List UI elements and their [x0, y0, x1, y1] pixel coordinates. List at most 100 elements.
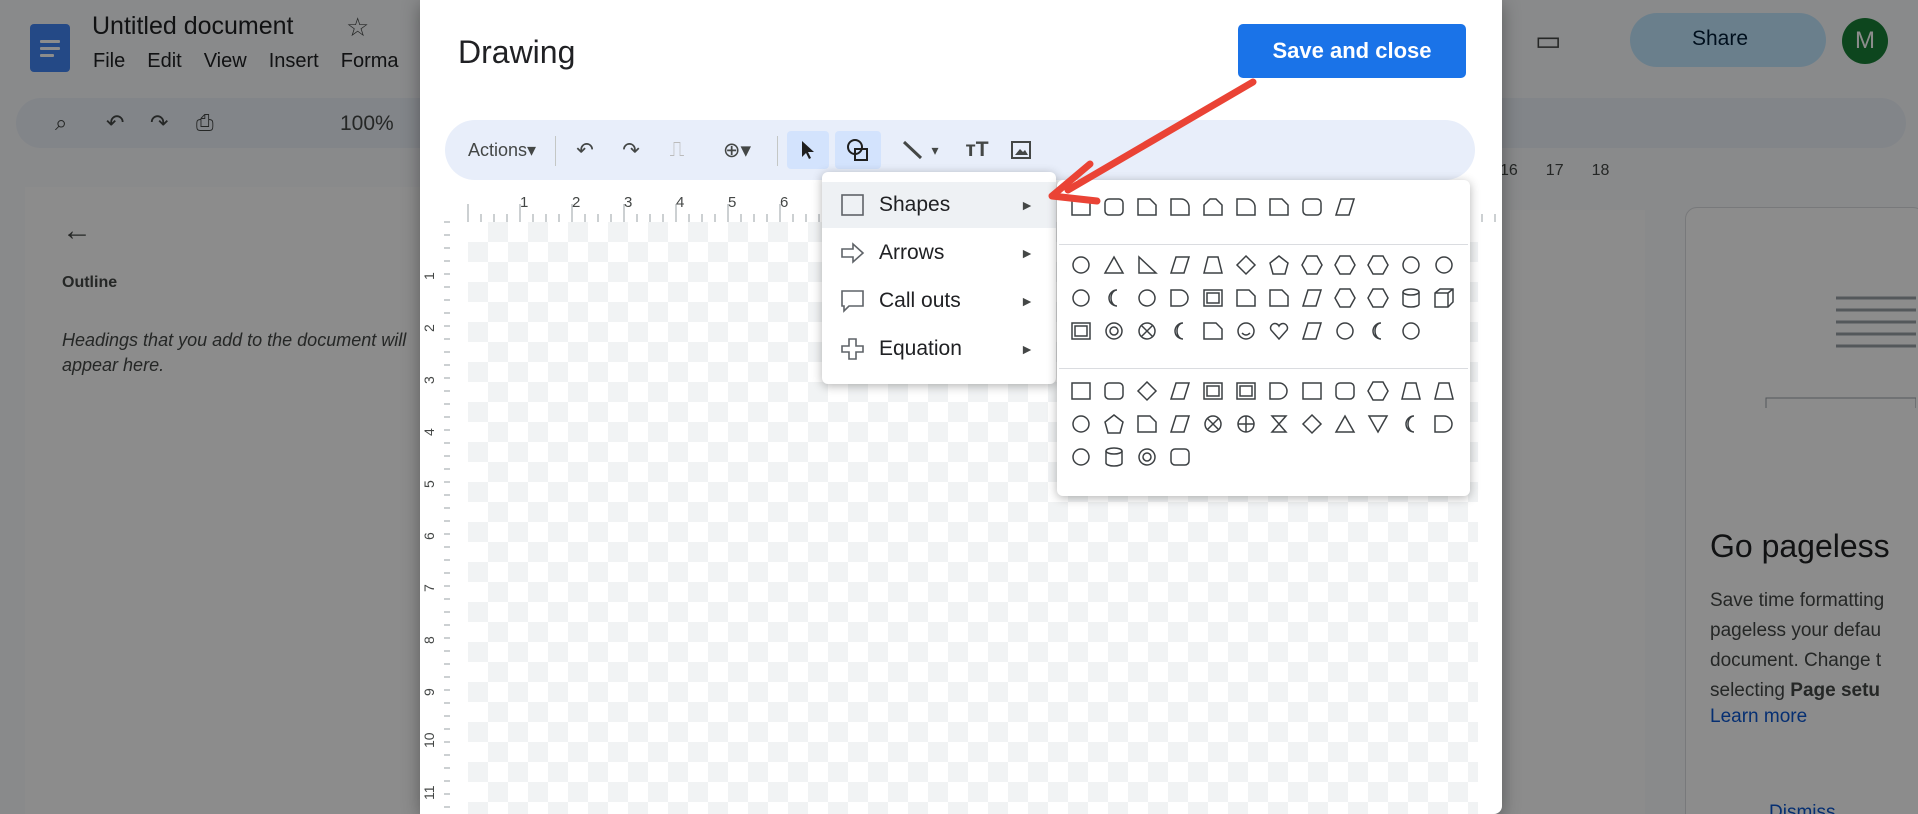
shape-option-snip-icon[interactable] [1135, 413, 1159, 435]
shape-option-frame-icon[interactable] [1234, 380, 1258, 402]
plus-icon [841, 338, 864, 360]
shape-option-round1-icon[interactable] [1234, 196, 1258, 218]
shape-option-diamond-icon[interactable] [1300, 413, 1324, 435]
shape-option-snip-icon[interactable] [1267, 196, 1291, 218]
shape-option-delay-icon[interactable] [1168, 287, 1192, 309]
menu-item-callouts[interactable]: Call outs ► [822, 278, 1056, 324]
save-and-close-button[interactable]: Save and close [1238, 24, 1466, 78]
shape-option-frame-icon[interactable] [1069, 320, 1093, 342]
shape-option-circle-icon[interactable] [1432, 254, 1456, 276]
ruler-tick-label: 10 [421, 732, 437, 748]
shape-option-circle-icon[interactable] [1069, 254, 1093, 276]
shape-option-hex-icon[interactable] [1366, 254, 1390, 276]
shape-option-cyl-icon[interactable] [1399, 287, 1423, 309]
shape-option-para-icon[interactable] [1300, 287, 1324, 309]
shape-option-pent-icon[interactable] [1102, 413, 1126, 435]
shape-option-rect-icon[interactable] [1300, 380, 1324, 402]
shape-option-snip2-icon[interactable] [1201, 196, 1225, 218]
shape-option-tri-icon[interactable] [1333, 413, 1357, 435]
shape-option-circle-icon[interactable] [1399, 320, 1423, 342]
arrow-icon [841, 242, 865, 264]
shape-option-smile-icon[interactable] [1234, 320, 1258, 342]
menu-item-shapes[interactable]: Shapes ► [822, 182, 1056, 228]
shape-option-dtri-icon[interactable] [1366, 413, 1390, 435]
ruler-tick-label: 7 [421, 584, 437, 592]
shape-option-para-icon[interactable] [1333, 196, 1357, 218]
chevron-right-icon: ► [1020, 341, 1034, 357]
shape-option-circle-icon[interactable] [1135, 287, 1159, 309]
shape-option-para-icon[interactable] [1168, 413, 1192, 435]
shape-option-trap-icon[interactable] [1201, 254, 1225, 276]
chevron-right-icon: ► [1020, 197, 1034, 213]
shape-option-cross-icon[interactable] [1135, 320, 1159, 342]
shape-option-rrect-icon[interactable] [1102, 380, 1126, 402]
undo-icon[interactable]: ↶ [567, 131, 603, 169]
shape-option-para-icon[interactable] [1168, 254, 1192, 276]
shape-option-rrect-icon[interactable] [1102, 196, 1126, 218]
shape-option-hex-icon[interactable] [1333, 287, 1357, 309]
shape-option-frame-icon[interactable] [1201, 380, 1225, 402]
ruler-tick-label: 5 [421, 480, 437, 488]
shape-option-snip-icon[interactable] [1234, 287, 1258, 309]
actions-menu[interactable]: Actions ▾ [459, 131, 545, 169]
shape-option-rtri-icon[interactable] [1135, 254, 1159, 276]
shape-option-circle-icon[interactable] [1069, 413, 1093, 435]
shape-option-para-icon[interactable] [1168, 380, 1192, 402]
shape-option-rect-icon[interactable] [1069, 196, 1093, 218]
shape-option-circle-icon[interactable] [1333, 320, 1357, 342]
ruler-tick-label: 6 [780, 194, 788, 211]
shape-option-donut-icon[interactable] [1102, 320, 1126, 342]
menu-item-arrows[interactable]: Arrows ► [822, 230, 1056, 276]
text-box-icon[interactable]: ᴛT [959, 131, 995, 169]
shape-option-trap-icon[interactable] [1399, 380, 1423, 402]
ruler-tick-label: 3 [624, 194, 632, 211]
shape-option-moon-icon[interactable] [1102, 287, 1126, 309]
shape-option-cube-icon[interactable] [1432, 287, 1456, 309]
shape-option-frame-icon[interactable] [1201, 287, 1225, 309]
shape-option-rrect-icon[interactable] [1333, 380, 1357, 402]
shape-option-hex-icon[interactable] [1333, 254, 1357, 276]
shape-option-heart-icon[interactable] [1267, 320, 1291, 342]
shape-option-para-icon[interactable] [1300, 320, 1324, 342]
line-icon[interactable]: ▾ [889, 131, 951, 169]
menu-item-equation[interactable]: Equation ► [822, 326, 1056, 372]
zoom-icon[interactable]: ⊕▾ [707, 131, 767, 169]
paint-format-icon[interactable]: ⎍ [659, 131, 695, 169]
shape-option-snip-icon[interactable] [1135, 196, 1159, 218]
shape-option-diamond-icon[interactable] [1135, 380, 1159, 402]
select-icon[interactable] [787, 131, 829, 169]
shape-option-delay-icon[interactable] [1267, 380, 1291, 402]
shape-option-round1-icon[interactable] [1168, 196, 1192, 218]
shape-option-moon-icon[interactable] [1168, 320, 1192, 342]
shape-option-rect-icon[interactable] [1069, 380, 1093, 402]
shape-option-snip-icon[interactable] [1201, 320, 1225, 342]
shape-option-pent-icon[interactable] [1267, 254, 1291, 276]
shape-option-circle-icon[interactable] [1069, 287, 1093, 309]
ruler-tick-label: 4 [421, 428, 437, 436]
drawing-toolbar: Actions ▾ ↶ ↷ ⎍ ⊕▾ ▾ ᴛT [445, 120, 1475, 180]
shape-option-moon-icon[interactable] [1366, 320, 1390, 342]
shape-option-hour-icon[interactable] [1267, 413, 1291, 435]
ruler-tick-label: 11 [421, 785, 437, 800]
shape-option-plus-icon[interactable] [1234, 413, 1258, 435]
shape-option-tri-icon[interactable] [1102, 254, 1126, 276]
redo-icon[interactable]: ↷ [613, 131, 649, 169]
shape-option-diamond-icon[interactable] [1234, 254, 1258, 276]
shape-option-hex-icon[interactable] [1366, 380, 1390, 402]
shape-option-circle-icon[interactable] [1069, 446, 1093, 468]
shape-option-cross-icon[interactable] [1201, 413, 1225, 435]
shape-option-rrect-icon[interactable] [1300, 196, 1324, 218]
shape-option-hex-icon[interactable] [1300, 254, 1324, 276]
shape-option-hex-icon[interactable] [1366, 287, 1390, 309]
shape-icon[interactable] [835, 131, 881, 169]
shape-option-circle-icon[interactable] [1399, 254, 1423, 276]
ruler-tick-label: 9 [421, 688, 437, 696]
image-icon[interactable] [1003, 131, 1039, 169]
shape-option-rrect-icon[interactable] [1168, 446, 1192, 468]
shape-option-delay-icon[interactable] [1432, 413, 1456, 435]
shape-option-cyl-icon[interactable] [1102, 446, 1126, 468]
shape-option-moon-icon[interactable] [1399, 413, 1423, 435]
shape-option-snip-icon[interactable] [1267, 287, 1291, 309]
shape-option-donut-icon[interactable] [1135, 446, 1159, 468]
shape-option-trap-icon[interactable] [1432, 380, 1456, 402]
